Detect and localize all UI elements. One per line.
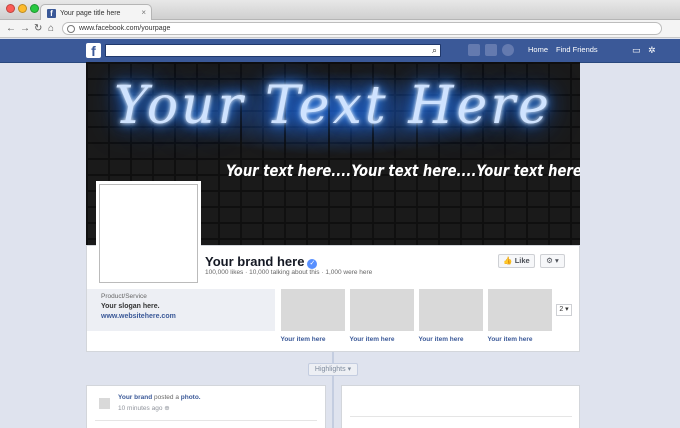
page-stats: 100,000 likes · 10,000 talking about thi… — [205, 269, 373, 276]
cover-subline-text: Your text here....Your text here....Your… — [226, 161, 580, 180]
friend-requests-icon[interactable] — [468, 44, 480, 56]
verified-badge-icon: ✓ — [307, 259, 318, 269]
highlights-dropdown[interactable]: Highlights ▾ — [308, 363, 358, 376]
profile-picture[interactable] — [99, 184, 198, 283]
close-window-button[interactable] — [6, 4, 15, 13]
settings-gear-icon[interactable]: ✲ — [648, 45, 656, 56]
page-category: Product/Service — [101, 293, 147, 300]
reload-icon[interactable]: ↻ — [34, 22, 42, 36]
timeline-post-empty — [341, 385, 580, 428]
app-item-label[interactable]: Your item here — [340, 336, 404, 343]
post-divider — [350, 416, 572, 417]
notifications-globe-icon[interactable] — [502, 44, 514, 56]
post-object-link[interactable]: photo. — [181, 394, 201, 401]
address-bar[interactable]: www.facebook.com/yourpage — [62, 22, 662, 35]
home-link[interactable]: Home — [528, 45, 548, 54]
like-button[interactable]: 👍 Like — [498, 254, 535, 268]
tab-title: Your page title here — [60, 9, 121, 17]
page-slogan: Your slogan here. — [101, 303, 160, 310]
find-friends-link[interactable]: Find Friends — [556, 45, 598, 54]
facebook-logo-icon[interactable]: f — [86, 43, 101, 59]
post-action-text: posted a — [152, 394, 181, 401]
facebook-search-input[interactable]: ⌕ — [105, 44, 441, 57]
browser-tab[interactable]: f Your page title here × — [40, 4, 152, 21]
about-box: Product/Service Your slogan here. www.we… — [87, 289, 275, 331]
privacy-shortcuts-icon[interactable]: ▭ — [632, 45, 641, 56]
app-item-label[interactable]: Your item here — [271, 336, 335, 343]
window-controls — [6, 4, 39, 13]
home-icon[interactable]: ⌂ — [48, 22, 54, 36]
app-item-label[interactable]: Your item here — [409, 336, 473, 343]
messages-icon[interactable] — [485, 44, 497, 56]
post-header: Your brand posted a photo. — [118, 394, 201, 401]
facebook-favicon-icon: f — [47, 8, 56, 18]
apps-more-dropdown[interactable]: 2 ▾ — [556, 304, 572, 316]
back-arrow-icon[interactable]: ← — [6, 22, 16, 36]
app-item-thumbnail[interactable] — [419, 289, 483, 331]
post-author-link[interactable]: Your brand — [118, 394, 152, 401]
app-item-thumbnail[interactable] — [488, 289, 552, 331]
cover-neon-text: Your Text Here — [114, 76, 552, 136]
post-divider — [95, 420, 317, 421]
post-author-avatar[interactable] — [99, 398, 110, 409]
search-icon[interactable]: ⌕ — [432, 45, 437, 56]
zoom-window-button[interactable] — [30, 4, 39, 13]
app-item-label[interactable]: Your item here — [478, 336, 542, 343]
brand-name: Your brand here — [205, 254, 305, 269]
page-options-button[interactable]: ⚙ ▾ — [540, 254, 565, 268]
app-item-thumbnail[interactable] — [281, 289, 345, 331]
facebook-top-bar: f ⌕ Home Find Friends ▭ ✲ — [0, 39, 680, 63]
globe-icon — [67, 24, 75, 33]
tab-close-icon[interactable]: × — [141, 8, 146, 17]
app-item-thumbnail[interactable] — [350, 289, 414, 331]
tab-bar: f Your page title here × — [0, 0, 680, 21]
minimize-window-button[interactable] — [18, 4, 27, 13]
notification-jewels — [468, 44, 514, 56]
post-timestamp[interactable]: 10 minutes ago ⊕ — [118, 404, 170, 412]
url-text: www.facebook.com/yourpage — [79, 25, 171, 32]
page-title: Your brand here ✓ — [205, 254, 318, 269]
browser-toolbar: ← → ↻ ⌂ www.facebook.com/yourpage — [0, 20, 680, 38]
browser-window: f Your page title here × ← → ↻ ⌂ www.fac… — [0, 0, 680, 428]
website-link[interactable]: www.websitehere.com — [101, 313, 275, 320]
forward-arrow-icon[interactable]: → — [20, 22, 30, 36]
